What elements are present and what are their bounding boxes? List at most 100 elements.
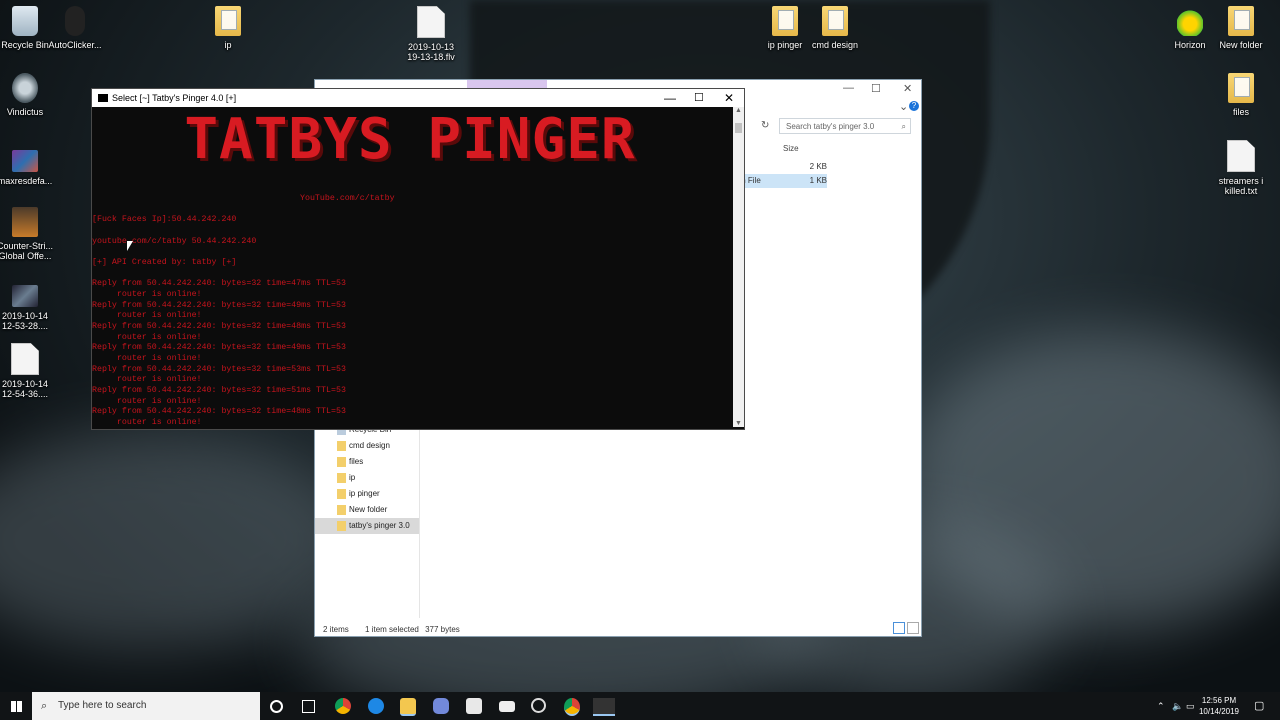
folder-icon (215, 6, 241, 36)
nav-item-new-folder[interactable]: New folder (315, 502, 419, 518)
mail-icon[interactable] (499, 701, 515, 712)
desktop-icon-counter-strike[interactable]: Counter-Stri... Global Offe... (0, 207, 57, 261)
console-line: router is online! (92, 311, 202, 320)
system-clock[interactable]: 12:56 PM 10/14/2019 (1190, 695, 1248, 717)
desktop-icon-video2[interactable]: 2019-10-14 12-54-36.... (0, 343, 57, 399)
details-view-icon[interactable] (893, 622, 905, 634)
scrollbar-thumb[interactable] (735, 123, 742, 133)
taskbar-search-box[interactable]: ⌕ Type here to search (32, 692, 260, 720)
folder-icon (337, 441, 346, 451)
desktop-icon-streamers-txt[interactable]: streamers i killed.txt (1209, 140, 1273, 196)
notifications-icon[interactable]: ▢ (1254, 692, 1264, 720)
file-explorer-icon[interactable] (400, 698, 416, 716)
smoke (0, 430, 360, 650)
clock-time: 12:56 PM (1201, 696, 1237, 705)
window-title: Select [~] Tatby's Pinger 4.0 [+] (112, 93, 237, 103)
nav-item-label: New folder (349, 505, 388, 514)
discord-icon[interactable] (433, 698, 449, 714)
console-output[interactable]: TATBYS PINGER YouTube.com/c/tatby [Fuck … (92, 107, 732, 427)
desktop-icon-label: files (1232, 107, 1249, 117)
large-icons-view-icon[interactable] (907, 622, 919, 634)
chevron-down-icon[interactable]: ⌄ (899, 100, 908, 113)
console-line: youtube.com/c/tatby 50.44.242.240 (92, 237, 257, 246)
file-row[interactable]: 2 KB (735, 160, 827, 174)
show-hidden-icons-icon[interactable]: ⌃ (1157, 692, 1165, 720)
nav-item-label: tatby's pinger 3.0 (349, 521, 410, 530)
folder-icon (772, 6, 798, 36)
video-file-icon (11, 343, 39, 375)
csgo-icon (12, 207, 38, 237)
file-row-selected[interactable]: tch File 1 KB (735, 174, 827, 188)
desktop-icon-vindictus[interactable]: Vindictus (0, 73, 57, 117)
desktop-icon-label: 2019-10-13 19-13-18.flv (407, 42, 455, 62)
desktop-icon-cmd-design[interactable]: cmd design (803, 6, 867, 50)
cmd-titlebar[interactable]: Select [~] Tatby's Pinger 4.0 [+] — ☐ ✕ (92, 89, 744, 107)
nav-item-label: cmd design (349, 441, 390, 450)
search-input[interactable]: Search tatby's pinger 3.0 ⌕ (779, 118, 911, 134)
volume-icon[interactable]: 🔈 (1172, 692, 1183, 720)
console-line: Reply from 50.44.242.240: bytes=32 time=… (92, 407, 346, 416)
nav-item-label: ip pinger (349, 489, 380, 498)
desktop-icon-label: maxresdefa... (0, 176, 53, 186)
edge-icon[interactable] (368, 698, 384, 714)
desktop-icon-label: Counter-Stri... Global Offe... (0, 241, 54, 261)
console-line: router is online! (92, 354, 202, 363)
file-icon (417, 6, 445, 38)
nav-item-cmd-design[interactable]: cmd design (315, 438, 419, 454)
close-icon[interactable]: ✕ (903, 82, 912, 95)
file-size: 1 KB (809, 176, 827, 185)
recycle-bin-icon (12, 6, 38, 36)
search-icon: ⌕ (901, 122, 906, 131)
task-view-icon[interactable] (302, 700, 315, 713)
desktop-icon-maxresdefault[interactable]: maxresdefa... (0, 150, 57, 186)
cmd-taskbar-icon[interactable] (593, 698, 615, 716)
desktop-icon-label: New folder (1219, 40, 1263, 50)
obs-icon[interactable] (531, 698, 546, 713)
minimize-icon[interactable]: — (843, 82, 854, 94)
console-line: router is online! (92, 375, 202, 384)
search-placeholder: Type here to search (58, 700, 147, 711)
status-selected: 1 item selected (365, 625, 419, 634)
console-line: [+] API Created by: tatby [+] (92, 258, 237, 267)
scroll-up-icon[interactable]: ▲ (735, 107, 742, 114)
store-icon[interactable] (466, 698, 482, 714)
console-line: [Fuck Faces Ip]:50.44.242.240 (92, 215, 237, 224)
status-bar: 2 items 1 item selected 377 bytes (323, 625, 474, 634)
nav-item-tatbys-pinger[interactable]: tatby's pinger 3.0 (315, 518, 419, 534)
chrome-icon[interactable] (564, 698, 580, 716)
desktop-icon-ip[interactable]: ip (196, 6, 260, 50)
console-line: Reply from 50.44.242.240: bytes=32 time=… (92, 343, 346, 352)
horizon-icon (1177, 6, 1203, 36)
column-header-size[interactable]: Size (783, 144, 799, 153)
console-line: Reply from 50.44.242.240: bytes=32 time=… (92, 279, 346, 288)
console-line: Reply from 50.44.242.240: bytes=32 time=… (92, 322, 346, 331)
nav-item-ip-pinger[interactable]: ip pinger (315, 486, 419, 502)
taskbar: ⌕ Type here to search ⌃ 🔈 ▭ 12:56 PM 10/… (0, 692, 1280, 720)
folder-icon (1228, 73, 1254, 103)
refresh-icon[interactable]: ↻ (761, 120, 769, 131)
folder-icon (822, 6, 848, 36)
image-thumbnail-icon (12, 150, 38, 172)
chrome-icon[interactable] (335, 698, 351, 714)
desktop-icon-files[interactable]: files (1209, 73, 1273, 117)
help-icon[interactable]: ? (909, 101, 919, 111)
desktop-icon-new-folder[interactable]: New folder (1209, 6, 1273, 50)
scroll-down-icon[interactable]: ▼ (735, 420, 742, 427)
maximize-icon[interactable]: ☐ (694, 89, 704, 107)
desktop-icon-autoclicker[interactable]: AutoClicker... (43, 6, 107, 50)
mouse-cursor-icon (127, 241, 133, 251)
start-button[interactable] (0, 692, 32, 720)
mouse-icon (65, 6, 85, 36)
desktop-icon-video1[interactable]: 2019-10-14 12-53-28.... (0, 285, 57, 331)
close-icon[interactable]: ✕ (724, 89, 734, 107)
nav-item-files[interactable]: files (315, 454, 419, 470)
vertical-scrollbar[interactable]: ▲ ▼ (733, 107, 744, 427)
desktop-icon-flv-file[interactable]: 2019-10-13 19-13-18.flv (399, 6, 463, 62)
cmd-app-icon (98, 94, 108, 102)
desktop-icon-label: 2019-10-14 12-53-28.... (1, 311, 49, 331)
maximize-icon[interactable]: ☐ (871, 82, 881, 95)
cortana-icon[interactable] (270, 700, 283, 713)
command-prompt-window[interactable]: Select [~] Tatby's Pinger 4.0 [+] — ☐ ✕ … (91, 88, 745, 430)
nav-item-ip[interactable]: ip (315, 470, 419, 486)
minimize-icon[interactable]: — (664, 89, 676, 107)
